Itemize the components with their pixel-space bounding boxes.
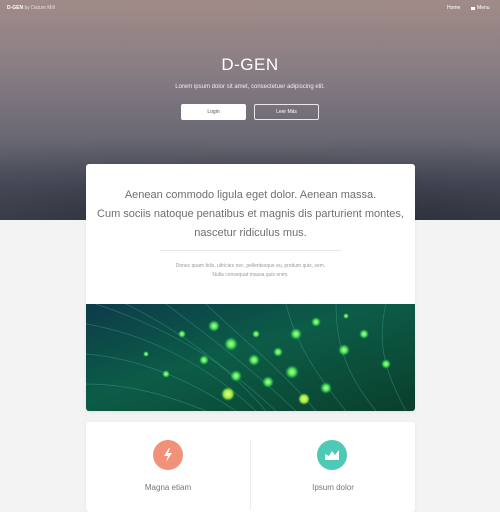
top-nav-bar: D-GEN by Datum Mill Home Menu bbox=[0, 0, 500, 18]
intro-card: Aenean commodo ligula eget dolor. Aenean… bbox=[86, 164, 415, 411]
intro-lead-line: nascetur ridiculus mus. bbox=[194, 227, 307, 239]
intro-lead-line: Cum sociis natoque penatibus et magnis d… bbox=[97, 208, 404, 220]
area-chart-icon bbox=[317, 440, 347, 470]
hamburger-icon bbox=[471, 6, 475, 10]
feature-label-ipsum-dolor: Ipsum dolor bbox=[312, 483, 354, 492]
nav-link-home[interactable]: Home bbox=[447, 5, 460, 11]
menu-label: Menu bbox=[477, 5, 490, 11]
brand-byline: by Datum Mill bbox=[24, 5, 55, 11]
divider bbox=[160, 250, 341, 251]
intro-lead-line: Aenean commodo ligula eget dolor. Aenean… bbox=[124, 189, 377, 201]
login-button[interactable]: Login bbox=[181, 104, 246, 120]
intro-small-line: Nulla consequat massa quis enim. bbox=[212, 272, 289, 278]
brand[interactable]: D-GEN by Datum Mill bbox=[7, 5, 55, 11]
hero-subtitle: Lorem ipsum dolor sit amet, consectetuer… bbox=[175, 84, 325, 90]
features-card: Magna etiam Ipsum dolor bbox=[86, 422, 415, 512]
intro-lead: Aenean commodo ligula eget dolor. Aenean… bbox=[86, 186, 415, 243]
brand-name: D-GEN bbox=[7, 5, 24, 11]
intro-small-text: Donec quam felis, ultricies nec, pellent… bbox=[86, 262, 415, 280]
hero-title: D-GEN bbox=[221, 55, 279, 74]
learn-more-button[interactable]: Leer Más bbox=[254, 104, 319, 120]
menu-button[interactable]: Menu bbox=[471, 5, 490, 11]
feature-label-magna-etiam: Magna etiam bbox=[144, 483, 192, 492]
intro-small-line: Donec quam felis, ultricies nec, pellent… bbox=[175, 263, 326, 269]
fiber-optics-image bbox=[86, 304, 415, 411]
lightning-icon bbox=[153, 440, 183, 470]
